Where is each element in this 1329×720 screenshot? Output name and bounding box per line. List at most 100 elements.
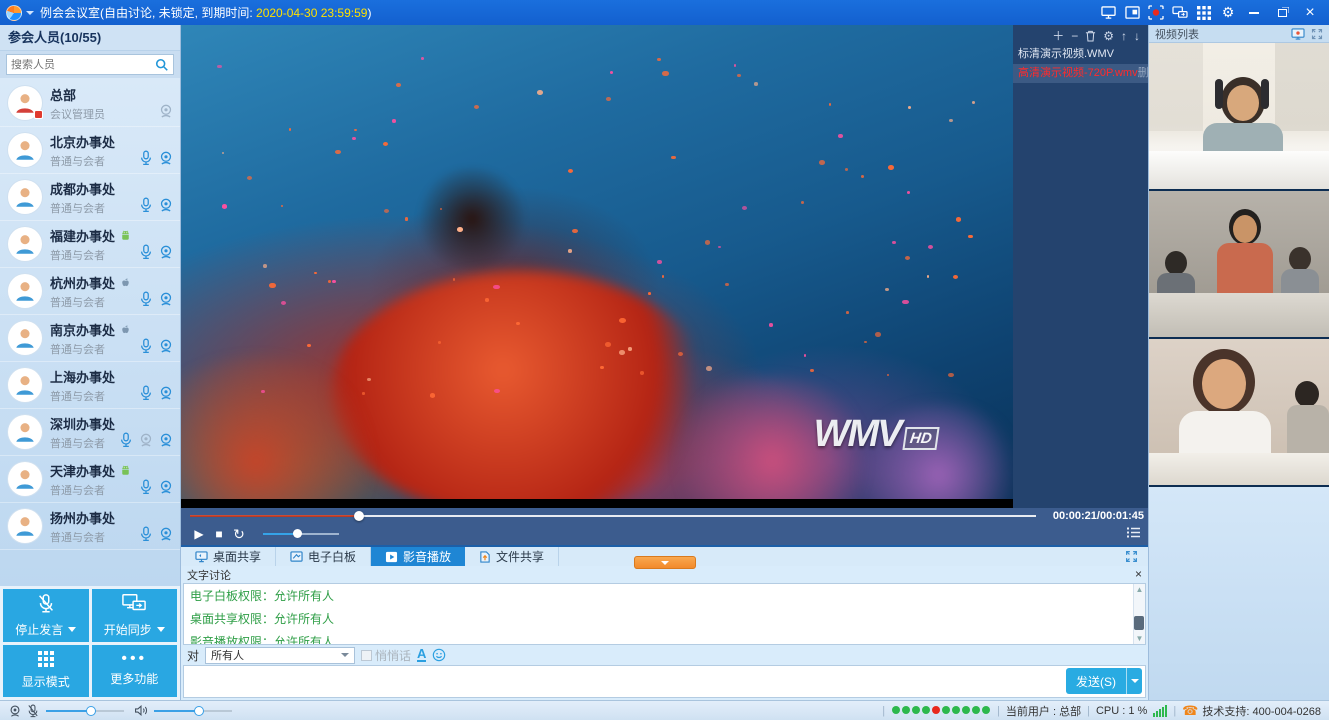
play-button[interactable]: ▶ [189,527,209,541]
emoji-icon[interactable] [432,648,446,662]
video-thumbnail[interactable] [1149,191,1329,339]
add-file-icon[interactable]: ＋ [1052,30,1064,42]
participant-row[interactable]: 上海办事处普通与会者 [0,362,180,409]
mic-icon[interactable] [138,197,154,213]
stop-button[interactable]: ■ [209,527,229,541]
mic-icon[interactable] [138,291,154,307]
volume-handle[interactable] [293,529,302,538]
start-sync-button[interactable]: 开始同步 [92,589,178,642]
minimize-button[interactable] [1241,3,1267,23]
screen-share-icon[interactable] [1097,3,1119,23]
participant-row[interactable]: 杭州办事处普通与会者 [0,268,180,315]
delete-file-button[interactable]: 删除 [1138,64,1148,83]
mic-icon[interactable] [118,432,134,448]
participant-name: 深圳办事处 [50,414,115,433]
speaker-icon[interactable] [134,704,148,717]
sync-screens-icon[interactable] [1169,3,1191,23]
chat-scrollbar[interactable]: ▲ ▼ [1133,584,1145,644]
participant-row[interactable]: 总部会议管理员 [0,80,180,127]
chat-message: 电子白板权限：允许所有人 [190,587,1129,604]
camera-icon[interactable] [158,479,174,495]
chat-close-icon[interactable]: × [1135,569,1142,580]
participant-row[interactable]: 福建办事处普通与会者 [0,221,180,268]
restore-button[interactable] [1269,3,1295,23]
tab-file-share[interactable]: 文件共享 [465,547,559,566]
participant-row[interactable]: 扬州办事处普通与会者 [0,503,180,550]
tab-desktop-share[interactable]: 桌面共享 [181,547,276,566]
participant-row[interactable]: 南京办事处普通与会者 [0,315,180,362]
participant-row[interactable]: 深圳办事处普通与会者 [0,409,180,456]
replay-button[interactable]: ↻ [229,526,249,543]
mic-icon[interactable] [138,338,154,354]
speaker-volume-slider[interactable] [154,706,232,716]
camera-icon[interactable] [158,385,174,401]
playlist-toggle-icon[interactable] [1127,527,1140,541]
participant-row[interactable]: 北京办事处普通与会者 [0,127,180,174]
trash-icon[interactable] [1085,30,1096,42]
camera-icon[interactable] [158,526,174,542]
video-thumbnail[interactable] [1149,43,1329,191]
playlist-settings-icon[interactable]: ⚙ [1103,30,1114,42]
camera-icon[interactable] [158,197,174,213]
mic-icon[interactable] [138,479,154,495]
chat-compose-area[interactable]: 发送(S) [183,665,1146,698]
scroll-thumb[interactable] [1134,616,1144,630]
tab-media-playback[interactable]: 影音播放 [371,547,465,566]
settings-gear-icon[interactable]: ⚙ [1217,3,1239,23]
playlist-item[interactable]: 标清演示视频.WMV [1013,45,1148,64]
mic-icon[interactable] [138,150,154,166]
stop-speaking-button[interactable]: 停止发言 [3,589,89,642]
display-mode-button[interactable]: 显示模式 [3,645,89,698]
participant-row[interactable]: 天津办事处普通与会者 [0,456,180,503]
volume-slider[interactable] [263,529,339,539]
camera-icon[interactable] [158,338,174,354]
record-icon[interactable] [1145,3,1167,23]
chat-collapse-handle[interactable] [634,556,696,569]
window-layout-icon[interactable] [1121,3,1143,23]
chevron-down-icon[interactable] [68,627,76,632]
font-button[interactable]: A [417,648,426,662]
send-options-icon[interactable] [1126,668,1142,694]
whisper-checkbox[interactable] [361,650,372,661]
participant-role: 普通与会者 [50,529,138,545]
chevron-down-icon[interactable] [157,627,165,632]
search-icon[interactable] [155,58,169,72]
video-window-icon[interactable] [1291,28,1305,40]
camera-off-icon[interactable] [138,432,154,448]
mic-icon[interactable] [138,244,154,260]
send-button[interactable]: 发送(S) [1066,668,1142,694]
more-features-button[interactable]: ••• 更多功能 [92,645,178,698]
seek-handle[interactable] [354,511,364,521]
chevron-down-icon[interactable] [26,11,34,15]
camera-icon[interactable] [158,150,174,166]
seek-bar[interactable] [190,515,1036,517]
search-input[interactable] [11,59,155,71]
move-up-icon[interactable]: ↑ [1121,30,1127,42]
video-content[interactable]: WMV HD [181,25,1013,508]
participant-row[interactable]: 成都办事处普通与会者 [0,174,180,221]
mic-icon[interactable] [138,385,154,401]
speaker-volume-handle[interactable] [194,706,204,716]
remove-file-icon[interactable]: − [1071,30,1078,42]
camera-icon[interactable] [158,291,174,307]
mic-muted-status-icon[interactable] [26,704,40,718]
display-grid-icon[interactable] [1193,3,1215,23]
tab-whiteboard[interactable]: 电子白板 [276,547,371,566]
expand-icon[interactable] [1311,28,1323,40]
move-down-icon[interactable]: ↓ [1134,30,1140,42]
webcam-status-icon[interactable] [8,704,22,718]
recipient-select[interactable]: 所有人 [205,647,355,664]
scroll-down-icon[interactable]: ▼ [1136,634,1144,643]
playlist-item-selected[interactable]: 高清演示视频-720P.wmv删除 [1013,64,1148,83]
camera-icon[interactable] [158,244,174,260]
to-label: 对 [187,647,199,664]
mic-volume-slider[interactable] [46,706,124,716]
mic-volume-handle[interactable] [86,706,96,716]
scroll-up-icon[interactable]: ▲ [1136,585,1144,594]
camera-icon[interactable] [158,432,174,448]
video-thumbnail[interactable] [1149,339,1329,487]
expand-panel-icon[interactable] [1115,547,1148,566]
close-button[interactable]: × [1297,3,1323,23]
camera-off-icon[interactable] [158,103,174,119]
mic-icon[interactable] [138,526,154,542]
